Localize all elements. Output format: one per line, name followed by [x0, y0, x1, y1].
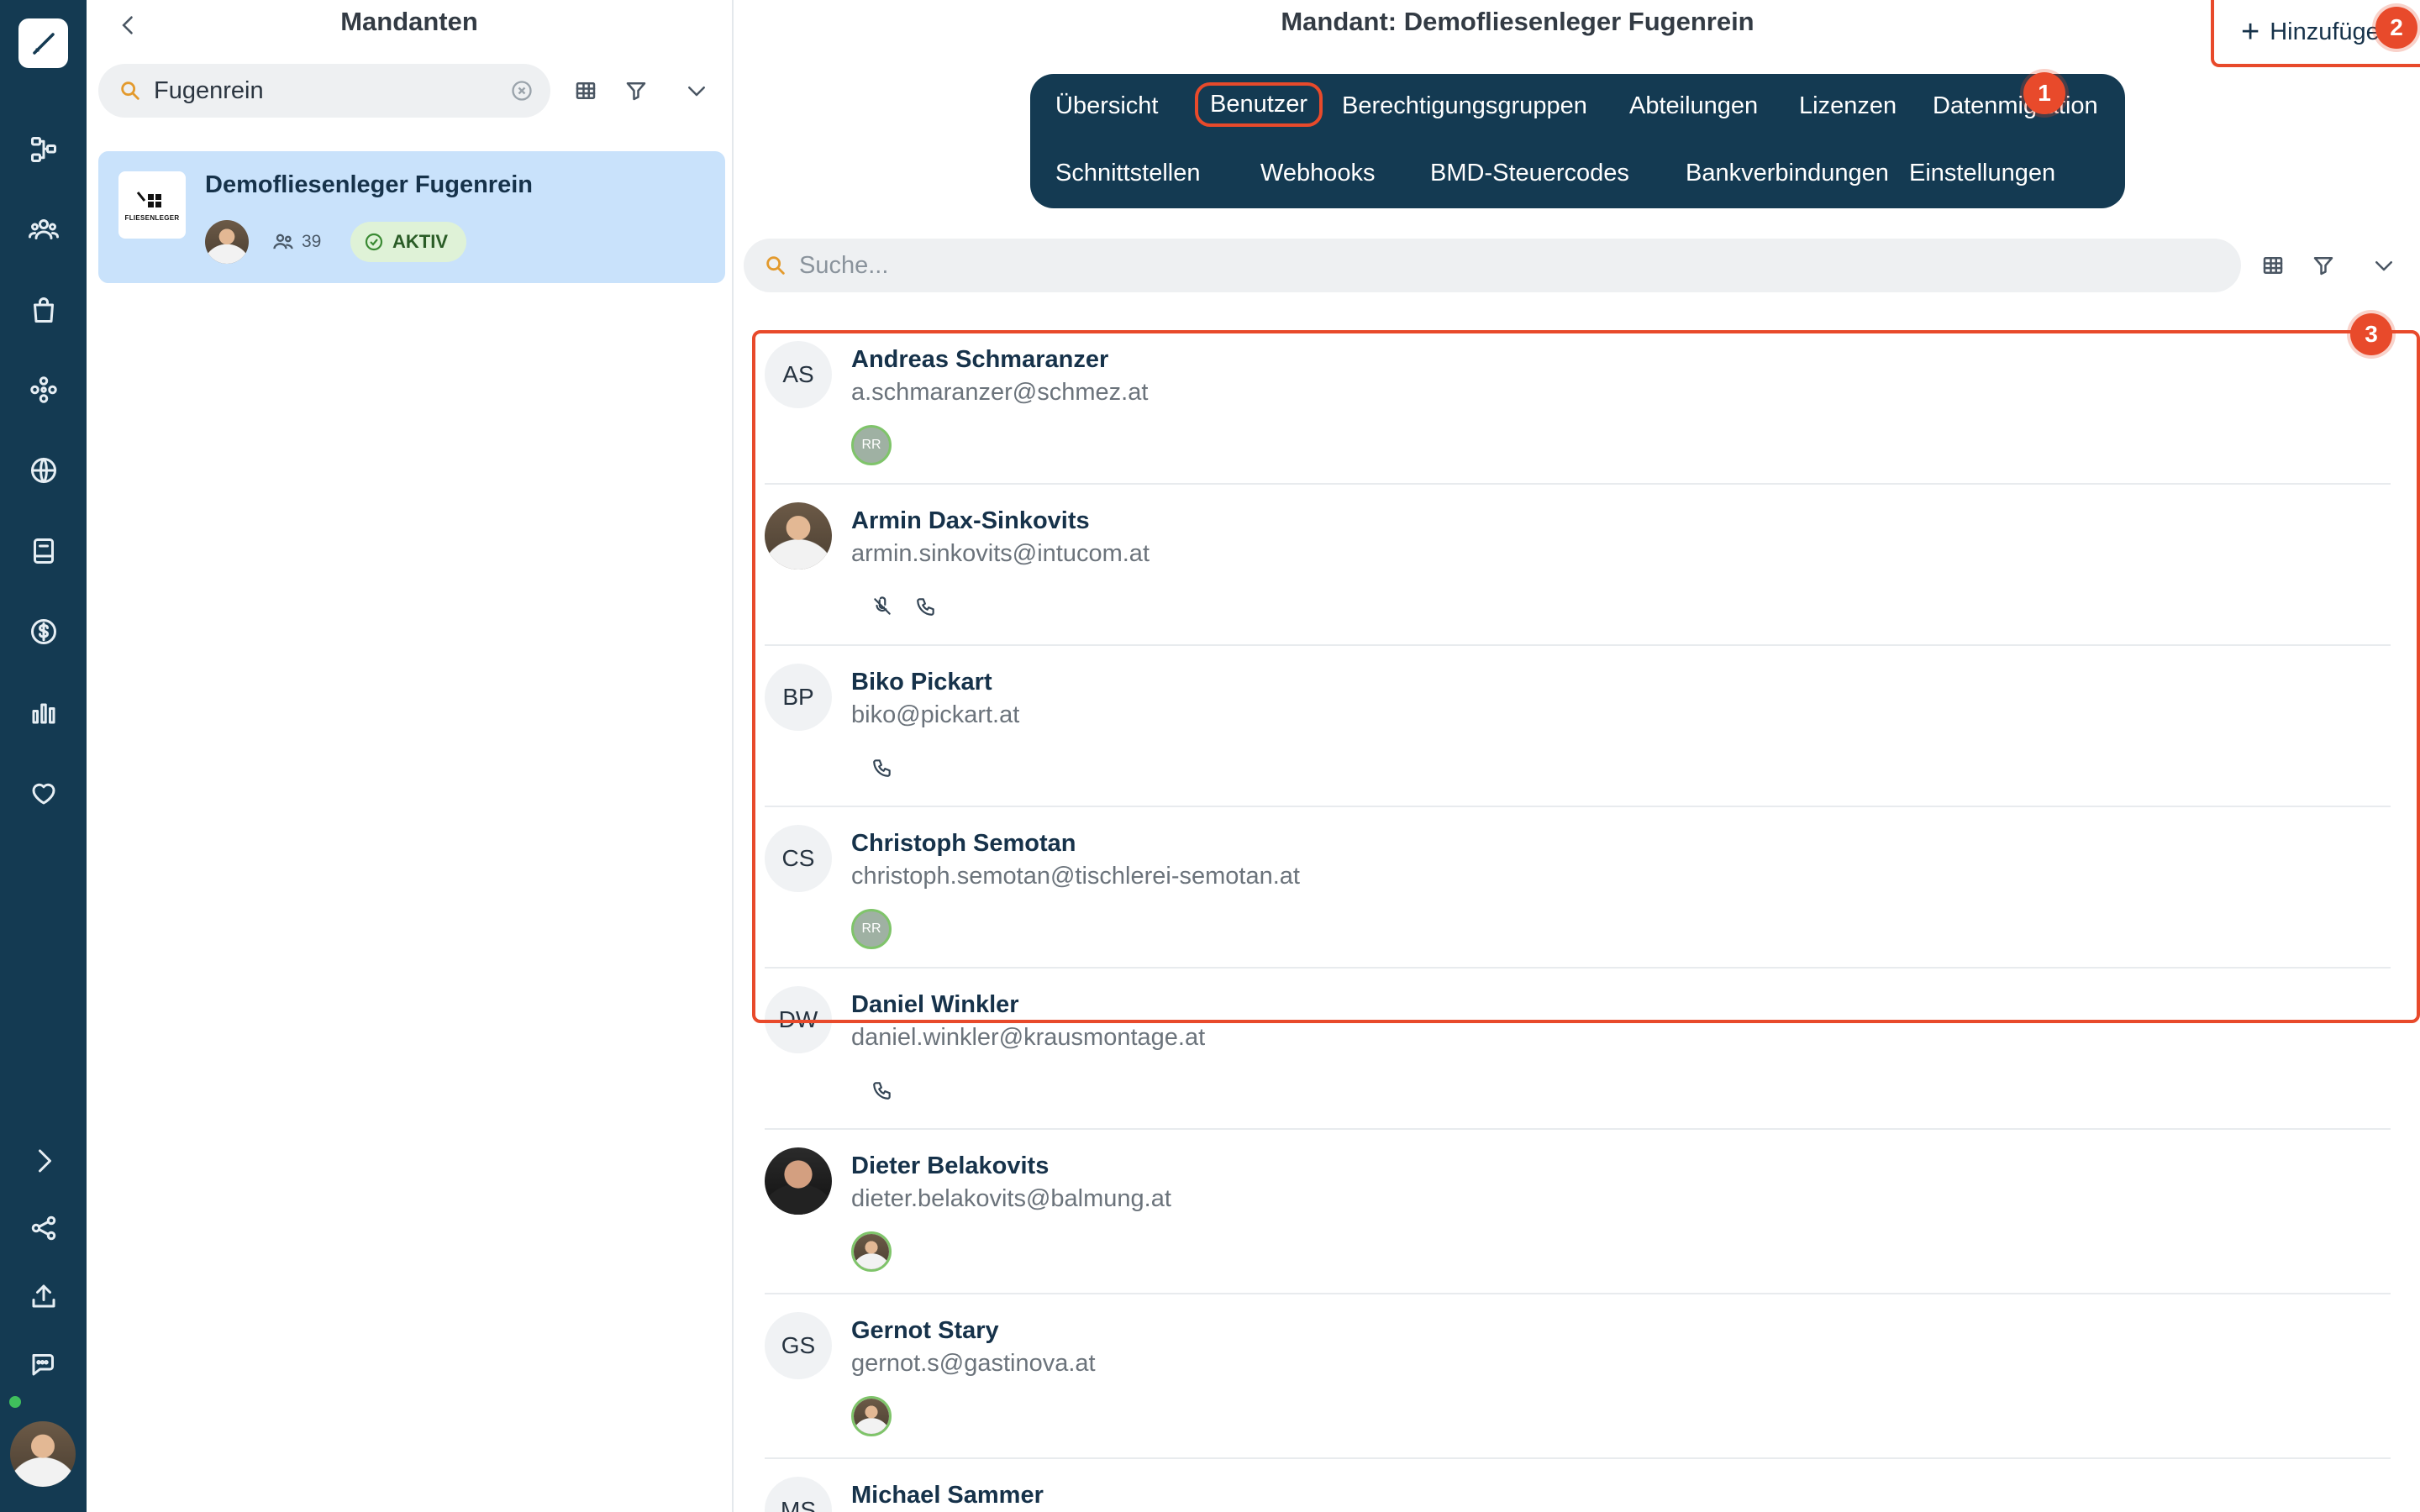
- page-title: Mandant: Demofliesenleger Fugenrein: [1281, 7, 1754, 36]
- client-name: Demofliesenleger Fugenrein: [205, 171, 533, 198]
- add-button-label: Hinzufüge: [2270, 18, 2380, 45]
- client-user-count: 39: [271, 230, 321, 254]
- table-view-icon[interactable]: [569, 74, 602, 108]
- users-icon: [273, 234, 293, 249]
- tab-bmd-steuercodes[interactable]: BMD-Steuercodes: [1430, 160, 1629, 187]
- user-row[interactable]: CS Christoph Semotan christoph.semotan@t…: [765, 807, 2391, 969]
- chevron-down-icon[interactable]: [680, 74, 713, 108]
- heart-icon[interactable]: [18, 768, 68, 817]
- role-chip: RR: [851, 909, 892, 949]
- user-email: daniel.winkler@krausmontage.at: [851, 1024, 1206, 1051]
- user-photo-avatar: [765, 502, 832, 570]
- user-name: Dieter Belakovits: [851, 1152, 1050, 1179]
- user-initials-avatar: AS: [765, 341, 832, 408]
- user-search-input[interactable]: [799, 251, 1639, 280]
- tab-einstellungen[interactable]: Einstellungen: [1909, 160, 2055, 187]
- book-icon[interactable]: [18, 526, 68, 575]
- tab-abteilungen[interactable]: Abteilungen: [1629, 92, 1758, 120]
- client-owner-avatar: [205, 220, 249, 264]
- user-initials-avatar: GS: [765, 1312, 832, 1379]
- bag-icon[interactable]: [18, 285, 68, 334]
- user-email: dieter.belakovits@balmung.at: [851, 1185, 1171, 1212]
- modules-icon[interactable]: [18, 365, 68, 414]
- chevron-down-icon[interactable]: [2367, 249, 2401, 282]
- user-row[interactable]: Armin Dax-Sinkovits armin.sinkovits@intu…: [765, 485, 2391, 646]
- filter-icon[interactable]: [619, 74, 653, 108]
- chevron-right-icon[interactable]: [18, 1136, 68, 1185]
- tab-berechtigungsgruppen[interactable]: Berechtigungsgruppen: [1342, 92, 1587, 120]
- clear-search-icon[interactable]: [510, 79, 534, 102]
- tab-webhooks[interactable]: Webhooks: [1260, 160, 1376, 187]
- chart-icon[interactable]: [18, 687, 68, 737]
- phone-icon: [870, 1078, 895, 1103]
- search-icon: [121, 81, 139, 100]
- workflow-icon[interactable]: [18, 124, 68, 174]
- phone-icon: [870, 755, 895, 780]
- client-list-panel: Mandanten FLIESENLEGER Demofliesenleger …: [87, 0, 734, 1512]
- client-search-field[interactable]: [98, 64, 550, 118]
- assignee-avatar: [851, 1231, 892, 1272]
- dollar-icon[interactable]: [18, 606, 68, 656]
- user-name: Biko Pickart: [851, 669, 992, 696]
- mic-off-icon: [870, 594, 895, 619]
- user-initials-avatar: MS: [765, 1477, 832, 1512]
- user-email: armin.sinkovits@intucom.at: [851, 540, 1150, 567]
- step-marker-1: 1: [2023, 72, 2065, 114]
- user-row[interactable]: DW Daniel Winkler daniel.winkler@krausmo…: [765, 969, 2391, 1130]
- assignee-avatar: [851, 1396, 892, 1436]
- plus-icon: +: [2241, 14, 2260, 50]
- user-initials-avatar: DW: [765, 986, 832, 1053]
- client-card-selected[interactable]: FLIESENLEGER Demofliesenleger Fugenrein …: [98, 151, 725, 283]
- client-detail: Mandant: Demofliesenleger Fugenrein + Hi…: [734, 0, 2420, 1512]
- tab-bar: Übersicht Benutzer Berechtigungsgruppen …: [1030, 74, 2125, 208]
- tab-lizenzen[interactable]: Lizenzen: [1799, 92, 1897, 120]
- list-title: Mandanten: [340, 7, 478, 36]
- tab-benutzer[interactable]: Benutzer: [1195, 82, 1323, 127]
- check-circle-icon: [365, 233, 383, 251]
- user-name: Christoph Semotan: [851, 830, 1076, 857]
- share-icon[interactable]: [18, 1203, 68, 1252]
- user-initials-avatar: BP: [765, 664, 832, 731]
- user-email: christoph.semotan@tischlerei-semotan.at: [851, 863, 1300, 890]
- filter-icon[interactable]: [2307, 249, 2340, 282]
- user-row[interactable]: MS Michael Sammer: [765, 1459, 2391, 1512]
- chat-icon[interactable]: [18, 1339, 68, 1389]
- client-logo: FLIESENLEGER: [118, 171, 186, 239]
- tab-uebersicht[interactable]: Übersicht: [1055, 92, 1159, 120]
- user-name: Andreas Schmaranzer: [851, 346, 1109, 373]
- user-name: Daniel Winkler: [851, 991, 1019, 1018]
- table-view-icon[interactable]: [2256, 249, 2290, 282]
- user-email: a.schmaranzer@schmez.at: [851, 379, 1149, 406]
- role-chip: RR: [851, 425, 892, 465]
- tab-bankverbindungen[interactable]: Bankverbindungen: [1686, 160, 1889, 187]
- app-rail: [0, 0, 87, 1512]
- users-icon[interactable]: [18, 204, 68, 254]
- user-list: AS Andreas Schmaranzer a.schmaranzer@sch…: [734, 323, 2420, 1512]
- online-status-dot: [8, 1394, 23, 1410]
- phone-icon: [913, 594, 939, 619]
- user-row[interactable]: Dieter Belakovits dieter.belakovits@balm…: [765, 1130, 2391, 1294]
- user-email: biko@pickart.at: [851, 701, 1020, 728]
- user-name: Gernot Stary: [851, 1317, 999, 1344]
- user-email: gernot.s@gastinova.at: [851, 1350, 1096, 1377]
- logo-icon[interactable]: [18, 18, 68, 68]
- user-name: Michael Sammer: [851, 1482, 1044, 1509]
- user-row[interactable]: AS Andreas Schmaranzer a.schmaranzer@sch…: [765, 323, 2391, 485]
- upload-icon[interactable]: [18, 1271, 68, 1320]
- current-user-avatar[interactable]: [10, 1421, 76, 1487]
- user-initials-avatar: CS: [765, 825, 832, 892]
- user-row[interactable]: GS Gernot Stary gernot.s@gastinova.at: [765, 1294, 2391, 1459]
- client-search-input[interactable]: [154, 76, 490, 105]
- user-name: Armin Dax-Sinkovits: [851, 507, 1090, 534]
- step-marker-3: 3: [2350, 313, 2392, 355]
- user-photo-avatar: [765, 1147, 832, 1215]
- status-badge: AKTIV: [350, 222, 466, 262]
- tab-schnittstellen[interactable]: Schnittstellen: [1055, 160, 1201, 187]
- user-row[interactable]: BP Biko Pickart biko@pickart.at: [765, 646, 2391, 807]
- search-icon: [766, 256, 785, 275]
- user-search-field[interactable]: [744, 239, 2241, 292]
- globe-icon[interactable]: [18, 445, 68, 495]
- step-marker-2: 2: [2375, 7, 2417, 49]
- tab-datenmigration[interactable]: Datenmigration: [1933, 92, 2098, 120]
